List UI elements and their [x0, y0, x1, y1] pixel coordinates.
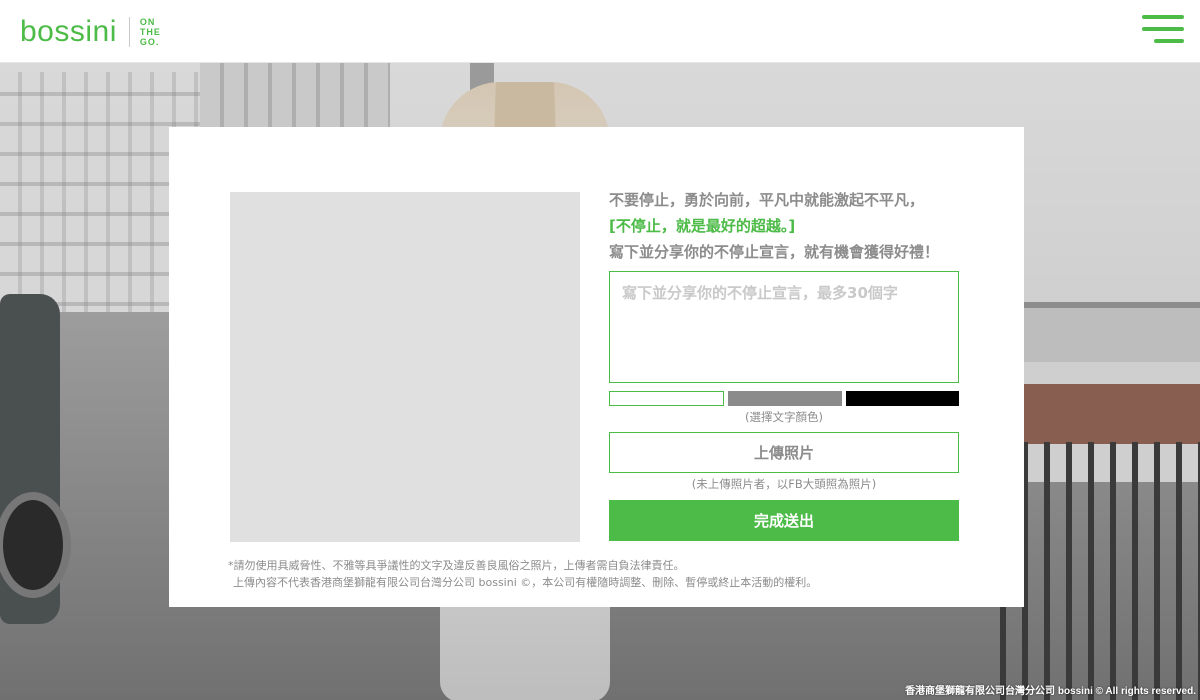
bossini-logo[interactable]: bossini ON THE GO. — [20, 14, 161, 50]
upload-hint: (未上傳照片者，以FB大頭照為照片) — [691, 477, 877, 491]
disclaimer: *請勿使用具威脅性、不雅等具爭議性的文字及違反善良風俗之照片，上傳者需自負法律責… — [228, 557, 968, 591]
tagline-line: ON — [139, 17, 156, 27]
disclaimer-line: *請勿使用具威脅性、不雅等具爭議性的文字及違反善良風俗之照片，上傳者需自負法律責… — [228, 559, 685, 572]
logo-divider — [128, 17, 130, 47]
color-swatch-white[interactable] — [609, 391, 725, 406]
logo-tagline: ON THE GO. — [140, 17, 161, 47]
submit-button[interactable]: 完成送出 — [609, 500, 959, 541]
prompt-line-3: 寫下並分享你的不停止宣言，就有機會獲得好禮！ — [609, 243, 940, 261]
color-swatch-gray[interactable] — [728, 391, 842, 406]
disclaimer-line: 上傳內容不代表香港商堡獅龍有限公司台灣分公司 bossini ©，本公司有權隨時… — [233, 576, 818, 589]
tagline-line: GO. — [139, 37, 160, 47]
copyright: 香港商堡獅龍有限公司台灣分公司 bossini © All rights res… — [905, 686, 1196, 697]
prompt-line-1: 不要停止，勇於向前，平凡中就能激起不平凡， — [609, 191, 925, 209]
site-header: bossini ON THE GO. — [0, 0, 1200, 63]
share-modal: 不要停止，勇於向前，平凡中就能激起不平凡， [不停止，就是最好的超越。] 寫下並… — [169, 127, 1024, 607]
tagline-line: THE — [139, 27, 161, 37]
form-column: 不要停止，勇於向前，平凡中就能激起不平凡， [不停止，就是最好的超越。] 寫下並… — [609, 187, 961, 541]
hamburger-menu-icon[interactable] — [1142, 15, 1184, 45]
text-color-picker — [609, 391, 959, 406]
color-hint: (選擇文字顏色) — [745, 410, 823, 424]
declaration-textarea[interactable] — [609, 271, 959, 383]
logo-wordmark: bossini — [20, 15, 117, 48]
photo-preview — [230, 192, 580, 542]
color-swatch-black[interactable] — [845, 391, 959, 406]
upload-photo-button[interactable]: 上傳照片 — [609, 432, 959, 473]
prompt-slogan: [不停止，就是最好的超越。] — [609, 217, 796, 235]
